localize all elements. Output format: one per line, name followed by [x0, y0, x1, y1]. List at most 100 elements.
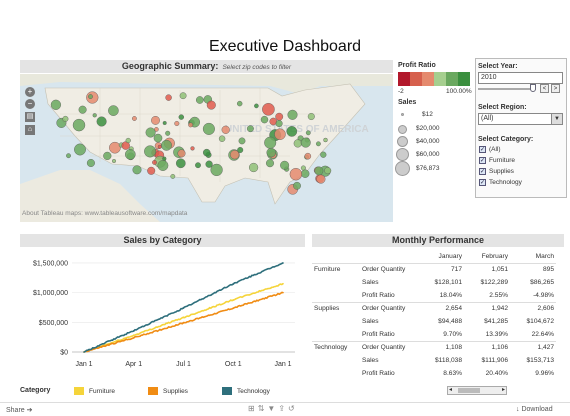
map-bubble-92[interactable]	[125, 137, 131, 144]
data-point-supplies[interactable]	[282, 291, 284, 294]
map-bubble-33[interactable]	[195, 96, 204, 104]
map-bubble-34[interactable]	[162, 121, 167, 126]
filter-icon[interactable]: ▼	[267, 404, 278, 413]
map-bubble-91[interactable]	[170, 174, 176, 179]
table-row[interactable]: Profit Ratio 8.63% 20.40% 9.96%	[312, 367, 556, 380]
map-bubble-79[interactable]	[280, 160, 290, 170]
map-bubble-10[interactable]	[132, 116, 137, 121]
data-point-technology[interactable]	[132, 329, 135, 332]
map-bubble-66[interactable]	[246, 125, 254, 133]
table-row[interactable]: Sales $128,101 $122,289 $86,265	[312, 276, 556, 289]
map-bubble-40[interactable]	[174, 121, 180, 127]
year-prev-button[interactable]: <	[540, 84, 549, 93]
chevron-down-icon[interactable]: ▼	[551, 114, 562, 124]
map-bubble-30[interactable]	[165, 94, 172, 101]
geo-map[interactable]: UNITED STATES OF AMERICA + − ▤ ⌂	[20, 74, 393, 222]
scroll-left-icon[interactable]: ◂	[449, 387, 452, 394]
map-bubble-15[interactable]	[275, 112, 284, 121]
map-bubble-84[interactable]	[274, 128, 286, 140]
category-option-all[interactable]: (All)	[489, 146, 501, 153]
table-row[interactable]: Furniture Order Quantity 717 1,051 895	[312, 263, 556, 276]
export-icon[interactable]: ⇪	[278, 404, 288, 413]
year-next-button[interactable]: >	[551, 84, 560, 93]
year-input[interactable]: 2010	[478, 72, 563, 84]
data-point-technology[interactable]	[83, 351, 85, 353]
map-bubble-48[interactable]	[221, 125, 230, 134]
map-bubble-22[interactable]	[111, 158, 116, 163]
map-bubble-54[interactable]	[307, 113, 315, 121]
map-bubble-21[interactable]	[96, 116, 107, 127]
map-bubble-46[interactable]	[286, 126, 298, 137]
map-bubble-65[interactable]	[230, 150, 240, 160]
map-bubble-38[interactable]	[92, 113, 97, 118]
data-point-supplies[interactable]	[182, 322, 185, 324]
year-slider-handle[interactable]	[530, 84, 536, 92]
data-point-supplies[interactable]	[132, 336, 135, 339]
map-bubble-7[interactable]	[145, 127, 156, 138]
map-bubble-11[interactable]	[103, 151, 112, 161]
map-bubble-53[interactable]	[249, 162, 259, 173]
map-bubble-83[interactable]	[289, 167, 303, 181]
map-bubble-49[interactable]	[287, 109, 298, 120]
map-bubble-87[interactable]	[304, 152, 312, 160]
map-bubble-32[interactable]	[236, 100, 243, 107]
data-point-furniture[interactable]	[182, 316, 185, 319]
map-bubble-109[interactable]	[152, 160, 157, 165]
map-bubble-103[interactable]	[162, 156, 167, 161]
horizontal-scrollbar[interactable]: ◂ ▸	[447, 386, 507, 395]
map-bubble-75[interactable]	[320, 151, 327, 158]
map-bubble-23[interactable]	[188, 122, 194, 128]
download-button[interactable]: ↓ Download	[516, 406, 553, 413]
checkbox-all[interactable]: ✓	[479, 146, 486, 153]
map-select-icon[interactable]: ▤	[25, 112, 35, 122]
table-row[interactable]: Supplies Order Quantity 2,654 1,942 2,606	[312, 302, 556, 315]
map-bubble-51[interactable]	[323, 137, 328, 143]
map-bubble-99[interactable]	[195, 162, 201, 169]
region-select[interactable]: (All) ▼	[478, 113, 563, 125]
checkbox-supplies[interactable]: ✓	[479, 168, 486, 175]
map-bubble-59[interactable]	[260, 115, 269, 124]
map-bubble-50[interactable]	[238, 137, 246, 145]
map-bubble-105[interactable]	[210, 163, 223, 177]
map-bubble-102[interactable]	[190, 146, 195, 151]
map-bubble-39[interactable]	[151, 116, 160, 125]
map-bubble-85[interactable]	[316, 174, 326, 184]
table-row[interactable]: Sales $118,038 $111,906 $153,713	[312, 354, 556, 367]
map-bubble-41[interactable]	[202, 122, 215, 135]
map-bubble-81[interactable]	[265, 159, 274, 168]
table-row[interactable]: Technology Order Quantity 1,108 1,106 1,427	[312, 341, 556, 354]
profit-ratio-bar[interactable]	[398, 72, 470, 86]
map-bubble-28[interactable]	[88, 94, 93, 99]
data-point-furniture[interactable]	[132, 334, 135, 337]
category-option-technology[interactable]: Technology	[489, 179, 522, 186]
map-bubble-94[interactable]	[147, 166, 156, 175]
map-bubble-69[interactable]	[324, 167, 332, 175]
sort-icon[interactable]: ⇅	[258, 404, 268, 413]
home-icon[interactable]: ⌂	[25, 125, 35, 135]
scroll-right-icon[interactable]: ▸	[502, 387, 505, 394]
map-bubble-78[interactable]	[293, 139, 302, 148]
year-slider-track[interactable]	[478, 88, 536, 90]
table-row[interactable]: Profit Ratio 18.04% 2.55% -4.98%	[312, 289, 556, 302]
data-point-technology[interactable]	[232, 282, 235, 285]
map-bubble-18[interactable]	[109, 141, 121, 154]
map-bubble-61[interactable]	[275, 120, 283, 128]
map-bubble-36[interactable]	[218, 135, 226, 142]
share-button[interactable]: Share ➔	[6, 406, 33, 414]
map-bubble-106[interactable]	[144, 145, 157, 158]
map-bubble-9[interactable]	[178, 114, 185, 120]
data-point-technology[interactable]	[182, 307, 185, 309]
map-bubble-37[interactable]	[66, 153, 71, 159]
data-point-furniture[interactable]	[282, 282, 284, 285]
scroll-thumb[interactable]	[458, 388, 480, 393]
map-bubble-13[interactable]	[78, 105, 87, 114]
map-bubble-96[interactable]	[161, 139, 172, 151]
map-bubble-77[interactable]	[314, 166, 324, 176]
data-point-supplies[interactable]	[232, 307, 235, 309]
map-bubble-55[interactable]	[315, 141, 321, 147]
map-bubble-25[interactable]	[74, 143, 86, 156]
revert-icon[interactable]: ↺	[288, 404, 298, 413]
map-bubble-95[interactable]	[205, 160, 213, 168]
map-bubble-4[interactable]	[206, 100, 216, 110]
data-point-furniture[interactable]	[232, 298, 235, 301]
